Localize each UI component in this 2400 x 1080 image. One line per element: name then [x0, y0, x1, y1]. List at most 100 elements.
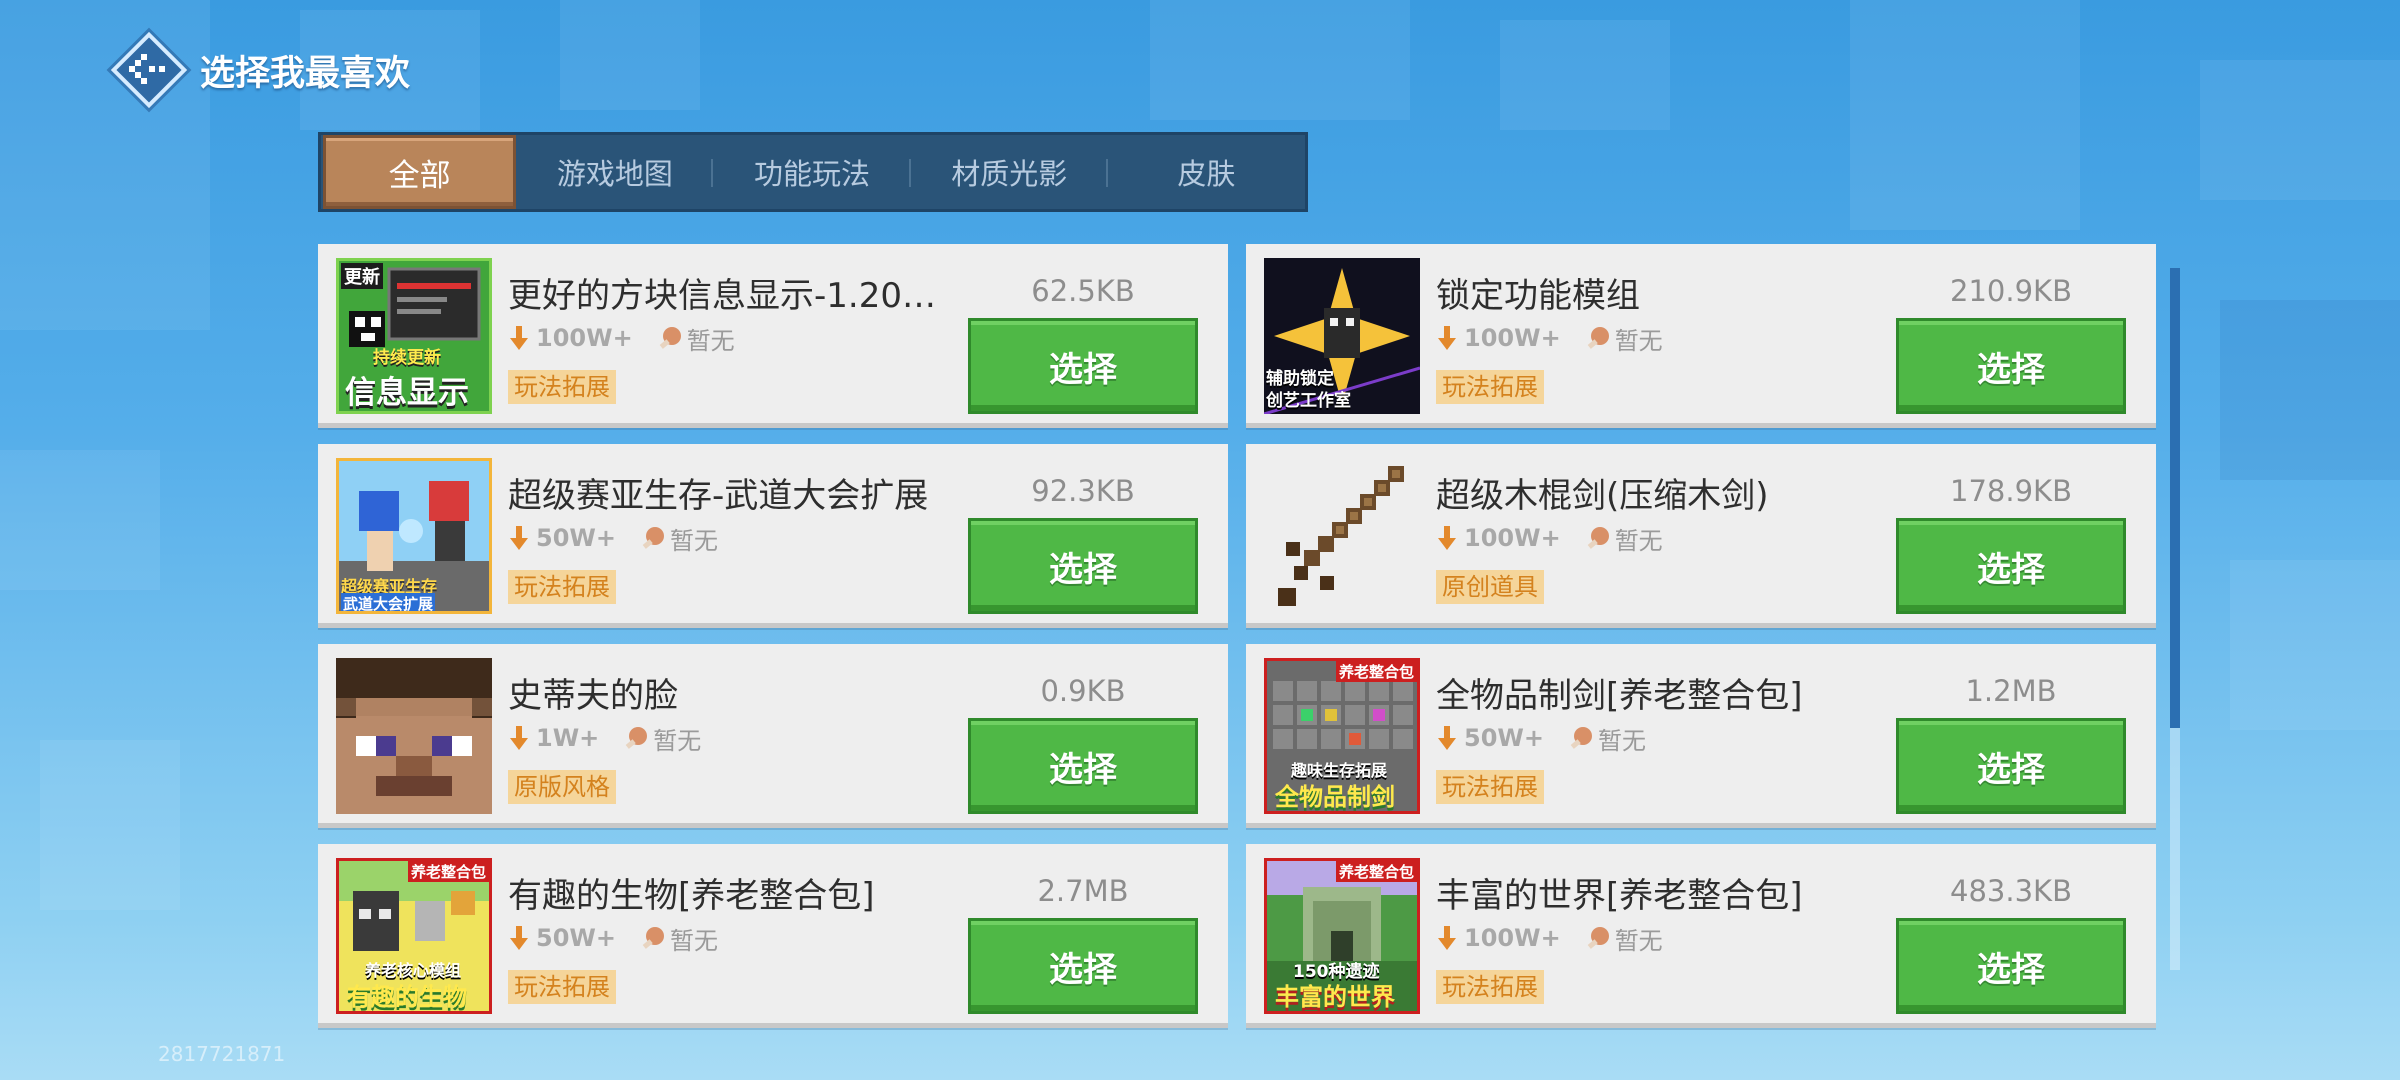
background-pixel-shape — [40, 740, 180, 910]
drumstick-icon — [625, 727, 648, 749]
list-item[interactable]: 养老整合包 养老核心模组 有趣的生物 有趣的生物[养老整合包] 50W+ 暂无 … — [318, 844, 1228, 1028]
user-id: 2817721871 — [158, 1042, 286, 1066]
rating-text: 暂无 — [669, 926, 718, 955]
header: 选择我最喜欢 — [110, 31, 411, 109]
thumbnail: 养老整合包 150种遗迹 丰富的世界 — [1264, 858, 1420, 1014]
thumbnail-badge: 养老整合包 — [1335, 661, 1417, 682]
mod-name: 超级赛亚生存-武道大会扩展 — [508, 476, 929, 516]
file-size: 62.5KB — [1031, 274, 1135, 308]
background-pixel-shape — [1850, 0, 2080, 230]
tab-skins[interactable]: 皮肤 — [1108, 135, 1305, 209]
background-pixel-shape — [2200, 60, 2400, 200]
drumstick-icon — [1587, 327, 1609, 349]
list-item[interactable]: 史蒂夫的脸 1W+ 暂无 原版风格 0.9KB 选择 — [318, 644, 1228, 828]
scrollbar-thumb[interactable] — [2170, 268, 2180, 728]
tab-label: 材质光影 — [951, 157, 1068, 191]
file-size: 0.9KB — [1040, 674, 1126, 708]
thumbnail-badge: 更新 — [341, 263, 383, 289]
mod-stats: 100W+ 暂无 — [508, 320, 735, 356]
file-size: 92.3KB — [1031, 474, 1135, 508]
rating-text: 暂无 — [686, 326, 735, 355]
select-button[interactable]: 选择 — [968, 518, 1198, 614]
file-size: 178.9KB — [1950, 474, 2072, 508]
category-tabs: 全部 游戏地图 功能玩法 材质光影 皮肤 — [318, 132, 1308, 212]
mod-name: 超级木棍剑(压缩木剑) — [1436, 476, 1769, 516]
mod-stats: 50W+ 暂无 — [1436, 720, 1646, 756]
background-pixel-shape — [0, 450, 160, 590]
mod-name: 更好的方块信息显示-1.20… — [508, 276, 936, 316]
select-button[interactable]: 选择 — [968, 718, 1198, 814]
list-item[interactable]: 养老整合包 150种遗迹 丰富的世界 丰富的世界[养老整合包] 100W+ 暂无… — [1246, 844, 2156, 1028]
download-icon — [1438, 326, 1456, 350]
select-button[interactable]: 选择 — [968, 918, 1198, 1014]
download-icon — [1438, 926, 1456, 950]
select-button[interactable]: 选择 — [968, 318, 1198, 414]
rating-text: 暂无 — [1597, 726, 1646, 755]
category-tag: 玩法拓展 — [1436, 770, 1544, 804]
mod-stats: 1W+ 暂无 — [508, 720, 701, 756]
mod-name: 全物品制剑[养老整合包] — [1436, 676, 1803, 716]
background-pixel-shape — [2220, 300, 2400, 480]
list-item[interactable]: 辅助锁定 创艺工作室 锁定功能模组 100W+ 暂无 玩法拓展 210.9KB … — [1246, 244, 2156, 428]
drumstick-icon — [659, 327, 681, 349]
select-button[interactable]: 选择 — [1896, 318, 2126, 414]
back-button[interactable] — [110, 31, 188, 109]
category-tag: 玩法拓展 — [508, 370, 616, 404]
thumbnail: 更新 持续更新 信息显示 — [336, 258, 492, 414]
download-icon — [510, 326, 528, 350]
category-tag: 玩法拓展 — [1436, 370, 1544, 404]
drumstick-icon — [1587, 927, 1609, 949]
download-count: 50W+ — [536, 524, 616, 552]
file-size: 483.3KB — [1950, 874, 2072, 908]
thumbnail-title: 创艺工作室 — [1266, 391, 1351, 411]
category-tag: 玩法拓展 — [1436, 970, 1544, 1004]
thumbnail-badge: 养老整合包 — [407, 861, 489, 882]
tab-gameplay[interactable]: 功能玩法 — [713, 135, 911, 209]
thumbnail-title: 有趣的生物 — [347, 983, 467, 1011]
list-item[interactable]: 超级赛亚生存 武道大会扩展 超级赛亚生存-武道大会扩展 50W+ 暂无 玩法拓展… — [318, 444, 1228, 628]
select-button[interactable]: 选择 — [1896, 718, 2126, 814]
category-tag: 原版风格 — [508, 770, 616, 804]
download-count: 100W+ — [1464, 324, 1561, 352]
mod-name: 史蒂夫的脸 — [508, 676, 678, 716]
list-item[interactable]: 养老整合包 趣味生存拓展 全物品制剑 全物品制剑[养老整合包] 50W+ 暂无 … — [1246, 644, 2156, 828]
tab-all[interactable]: 全部 — [323, 135, 517, 209]
category-tag: 玩法拓展 — [508, 970, 616, 1004]
thumbnail-badge: 养老整合包 — [1335, 861, 1417, 882]
download-icon — [510, 926, 528, 950]
mod-stats: 100W+ 暂无 — [1436, 920, 1663, 956]
file-size: 1.2MB — [1965, 674, 2057, 708]
thumbnail-title: 信息显示 — [345, 375, 469, 411]
background-pixel-shape — [1150, 0, 1410, 120]
list-item[interactable]: 更新 持续更新 信息显示 更好的方块信息显示-1.20… 100W+ 暂无 玩法… — [318, 244, 1228, 428]
thumbnail: 养老整合包 趣味生存拓展 全物品制剑 — [1264, 658, 1420, 814]
download-count: 1W+ — [536, 724, 600, 752]
list-item[interactable]: 超级木棍剑(压缩木剑) 100W+ 暂无 原创道具 178.9KB 选择 — [1246, 444, 2156, 628]
page-title: 选择我最喜欢 — [200, 53, 411, 94]
drumstick-icon — [642, 527, 664, 549]
tab-game-maps[interactable]: 游戏地图 — [516, 135, 714, 209]
tab-textures[interactable]: 材质光影 — [911, 135, 1108, 209]
thumbnail — [1264, 458, 1420, 614]
mod-name: 锁定功能模组 — [1436, 276, 1640, 316]
category-tag: 原创道具 — [1436, 570, 1544, 604]
download-count: 100W+ — [1464, 924, 1561, 952]
mod-stats: 50W+ 暂无 — [508, 920, 718, 956]
steve-face-icon — [336, 658, 492, 814]
select-button[interactable]: 选择 — [1896, 918, 2126, 1014]
mod-name: 丰富的世界[养老整合包] — [1436, 876, 1803, 916]
thumbnail: 辅助锁定 创艺工作室 — [1264, 258, 1420, 414]
thumbnail: 养老整合包 养老核心模组 有趣的生物 — [336, 858, 492, 1014]
rating-text: 暂无 — [1614, 926, 1663, 955]
download-count: 100W+ — [1464, 524, 1561, 552]
mod-stats: 50W+ 暂无 — [508, 520, 718, 556]
thumbnail-subtitle: 持续更新 — [373, 348, 441, 368]
drumstick-icon — [1587, 527, 1609, 549]
drumstick-icon — [642, 927, 664, 949]
download-count: 100W+ — [536, 324, 633, 352]
select-button[interactable]: 选择 — [1896, 518, 2126, 614]
download-icon — [1438, 526, 1456, 550]
file-size: 210.9KB — [1950, 274, 2072, 308]
thumbnail: 超级赛亚生存 武道大会扩展 — [336, 458, 492, 614]
rating-text: 暂无 — [1614, 526, 1663, 555]
